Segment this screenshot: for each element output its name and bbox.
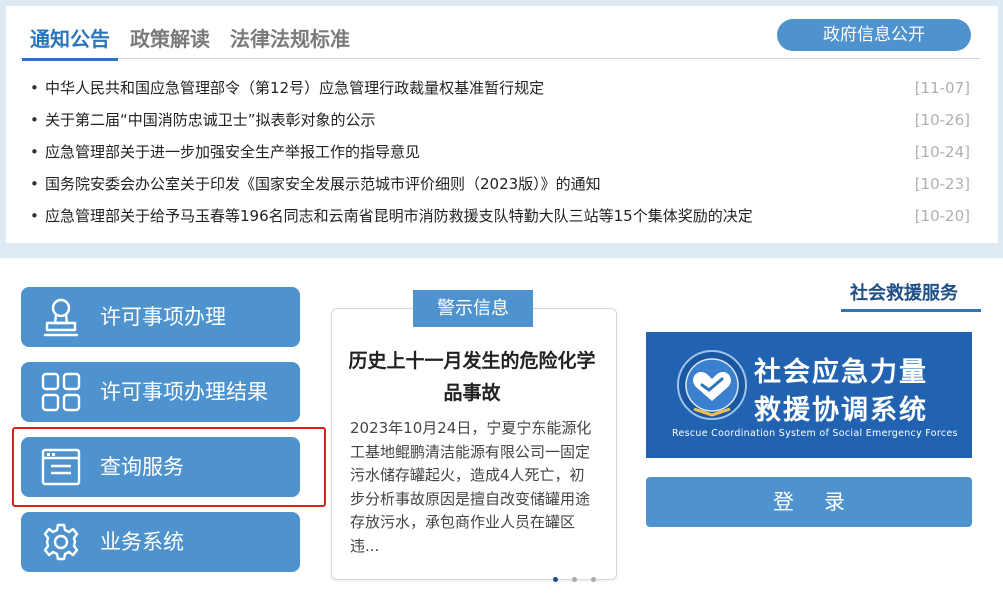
service-label: 业务系统: [100, 530, 184, 554]
bullet-icon: •: [30, 79, 39, 97]
banner-title-line1: 社会应急力量: [754, 357, 928, 388]
login-button[interactable]: 登录: [646, 477, 972, 527]
permit-handling-button[interactable]: 许可事项办理: [21, 287, 300, 347]
banner-title-line2: 救援协调系统: [754, 395, 928, 426]
news-item[interactable]: • 关于第二届“中国消防忠诚卫士”拟表彰对象的公示 [10-26]: [30, 108, 970, 140]
news-item[interactable]: • 中华人民共和国应急管理部令（第12号）应急管理行政裁量权基准暂行规定 [11…: [30, 76, 970, 108]
rescue-title-underline: [841, 309, 981, 312]
tab-laws-standards[interactable]: 法律法规标准: [230, 23, 350, 52]
news-title[interactable]: 中华人民共和国应急管理部令（第12号）应急管理行政裁量权基准暂行规定: [45, 76, 544, 100]
news-title[interactable]: 国务院安委会办公室关于印发《国家安全发展示范城市评价细则（2023版）》的通知: [45, 172, 601, 196]
tab-notices[interactable]: 通知公告: [22, 23, 118, 61]
highlight-box: [12, 427, 326, 507]
bullet-icon: •: [30, 143, 39, 161]
permit-results-button[interactable]: 许可事项办理结果: [21, 362, 300, 422]
news-date: [10-23]: [914, 175, 970, 193]
tab-policy-interpretation[interactable]: 政策解读: [130, 23, 210, 52]
service-label: 许可事项办理: [100, 305, 226, 329]
news-date: [10-24]: [914, 143, 970, 161]
rescue-system-banner[interactable]: 社会应急力量 救援协调系统 Rescue Coordination System…: [646, 332, 972, 458]
bullet-icon: •: [30, 175, 39, 193]
news-list: • 中华人民共和国应急管理部令（第12号）应急管理行政裁量权基准暂行规定 [11…: [30, 76, 970, 236]
news-date: [10-26]: [914, 111, 970, 129]
news-item[interactable]: • 应急管理部关于给予马玉春等196名同志和云南省昆明市消防救援支队特勤大队三站…: [30, 204, 970, 236]
bullet-icon: •: [30, 111, 39, 129]
carousel-dot[interactable]: [591, 577, 596, 582]
news-date: [11-07]: [914, 79, 970, 97]
gear-icon: [43, 523, 79, 561]
news-title[interactable]: 应急管理部关于给予马玉春等196名同志和云南省昆明市消防救援支队特勤大队三站等1…: [45, 204, 753, 228]
banner-english-subtitle: Rescue Coordination System of Social Eme…: [672, 428, 958, 439]
news-title[interactable]: 应急管理部关于进一步加强安全生产举报工作的指导意见: [45, 140, 420, 164]
grid-icon: [41, 372, 81, 412]
news-date: [10-20]: [914, 207, 970, 225]
carousel-dots: [553, 567, 610, 586]
warning-body: 2023年10月24日，宁夏宁东能源化工基地鲲鹏清洁能源有限公司一固定污水储存罐…: [350, 419, 592, 555]
gov-info-public-button[interactable]: 政府信息公开: [777, 19, 971, 51]
news-title[interactable]: 关于第二届“中国消防忠诚卫士”拟表彰对象的公示: [45, 108, 376, 132]
news-item[interactable]: • 应急管理部关于进一步加强安全生产举报工作的指导意见 [10-24]: [30, 140, 970, 172]
rescue-service-title: 社会救援服务: [850, 283, 958, 304]
bullet-icon: •: [30, 207, 39, 225]
stamp-icon: [43, 298, 79, 337]
news-item[interactable]: • 国务院安委会办公室关于印发《国家安全发展示范城市评价细则（2023版）》的通…: [30, 172, 970, 204]
business-system-button[interactable]: 业务系统: [21, 512, 300, 572]
rescue-emblem-icon: [677, 350, 747, 420]
service-label: 许可事项办理结果: [100, 380, 268, 404]
carousel-dot[interactable]: [553, 577, 558, 582]
warning-tab[interactable]: 警示信息: [413, 290, 533, 327]
carousel-dot[interactable]: [572, 577, 577, 582]
warning-title[interactable]: 历史上十一月发生的危险化学品事故: [343, 345, 601, 409]
